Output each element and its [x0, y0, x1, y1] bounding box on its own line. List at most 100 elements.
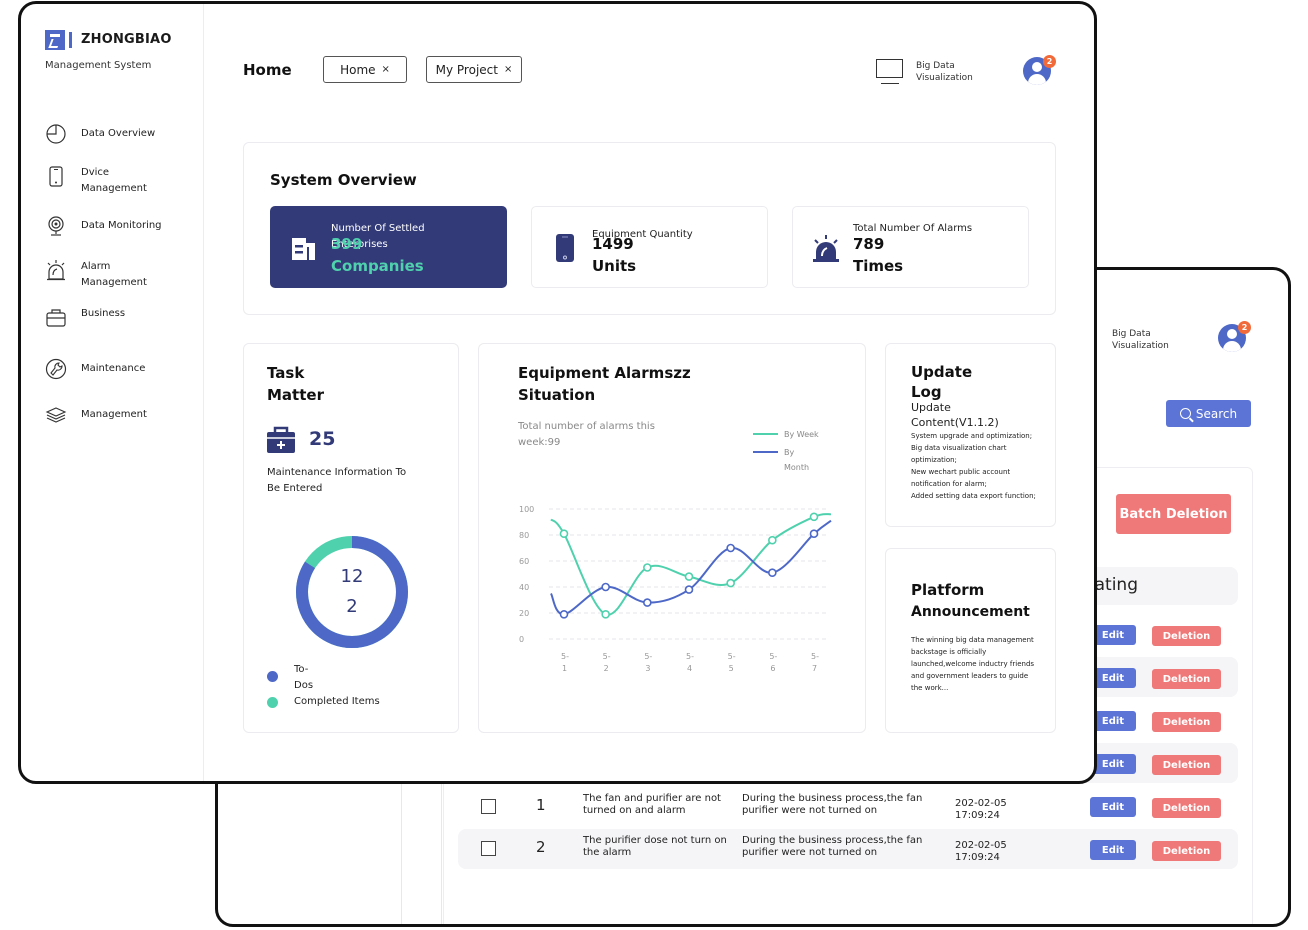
delete-button[interactable]: Deletion: [1152, 712, 1221, 732]
card-title: Update Log: [911, 363, 973, 401]
delete-button[interactable]: Deletion: [1152, 798, 1221, 818]
card-title: Equipment Alarmszz Situation: [518, 364, 691, 404]
sidebar-item-data-monitoring[interactable]: Data Monitoring: [45, 215, 195, 237]
update-entry: Big data visualization chart optimizatio…: [911, 444, 1007, 464]
data-point: [643, 563, 652, 572]
delete-button[interactable]: Deletion: [1152, 626, 1221, 646]
layers-icon: [45, 407, 67, 423]
delete-button[interactable]: Deletion: [1152, 841, 1221, 861]
brand-subtitle: Management System: [45, 60, 152, 71]
legend-completed: Completed Items: [267, 694, 380, 710]
notification-badge: 2: [1043, 55, 1056, 68]
x-tick-label: 5-: [769, 652, 777, 661]
edit-button[interactable]: Edit: [1090, 797, 1136, 817]
task-description: Maintenance Information To Be Entered: [267, 467, 407, 494]
monitor-icon[interactable]: [876, 59, 903, 84]
row-timestamp: 202-02-05 17:09:24: [955, 798, 1007, 821]
row-description: During the business process,the fan puri…: [742, 835, 923, 858]
data-point: [684, 572, 694, 581]
data-point: [601, 582, 610, 592]
data-point: [726, 543, 735, 553]
sidebar-item-device-management[interactable]: Dvice Management: [45, 165, 195, 197]
announcement-body: The winning big data management backstag…: [911, 636, 1035, 692]
legend-by-week[interactable]: By Week: [753, 427, 819, 442]
update-version: Update Content(V1.1.2): [911, 401, 999, 429]
row-description: During the business process,the fan puri…: [742, 793, 923, 816]
y-tick-label: 0: [519, 635, 524, 644]
update-entry: System upgrade and optimization;: [911, 432, 1033, 440]
row-checkbox[interactable]: [481, 841, 496, 856]
y-tick-label: 40: [519, 583, 529, 592]
data-point: [809, 529, 819, 539]
big-data-link[interactable]: Big Data Visualization: [916, 60, 973, 84]
active-indicator: [18, 258, 21, 292]
x-tick-label: 5-: [728, 652, 736, 661]
edit-button[interactable]: Edit: [1090, 840, 1136, 860]
data-point: [768, 568, 777, 577]
x-tick-label: 5-: [811, 652, 819, 661]
phone-device-icon: [556, 234, 574, 262]
data-point: [643, 598, 652, 607]
logo-icon: [69, 32, 72, 48]
legend-dot: [267, 671, 278, 682]
close-icon[interactable]: ×: [504, 64, 512, 75]
x-tick-label: 5: [729, 664, 734, 673]
alarm-line-chart: 0 20 40 60 80 100 5- 1 5- 2 5- 3 5- 4 5- 5 5- 6 5- 7: [519, 505, 832, 673]
phone-device-icon: [49, 166, 63, 187]
sidebar-item-management[interactable]: Management: [45, 404, 195, 426]
legend-by-month[interactable]: By Month: [753, 445, 809, 475]
row-index: 2: [536, 838, 546, 856]
batch-delete-button[interactable]: Batch Deletion: [1116, 494, 1231, 534]
sidebar-item-business[interactable]: Business: [45, 306, 195, 328]
delete-button[interactable]: Deletion: [1152, 755, 1221, 775]
x-tick-label: 3: [645, 664, 650, 673]
data-point: [684, 585, 694, 594]
search-icon: [1179, 408, 1191, 419]
data-point: [601, 610, 610, 619]
stat-card-alarms[interactable]: Total Number Of Alarms 789 Times: [792, 206, 1029, 288]
data-point: [559, 529, 569, 539]
y-tick-label: 100: [519, 505, 534, 514]
sidebar-item-data-overview[interactable]: Data Overview: [45, 123, 195, 145]
close-icon[interactable]: ×: [382, 64, 390, 75]
sidebar: ZHONGBIAO Management System Data Overvie…: [21, 4, 204, 781]
data-point: [768, 535, 777, 545]
tab-home[interactable]: Home ×: [323, 56, 407, 83]
update-entry: New wechart public account notification …: [911, 468, 1011, 488]
wrench-icon: [45, 358, 67, 380]
data-point: [809, 512, 819, 522]
x-tick-label: 2: [604, 664, 609, 673]
medical-kit-icon: [267, 426, 295, 453]
update-entry: Added setting data export function;: [911, 492, 1036, 500]
x-tick-label: 5-: [644, 652, 652, 661]
building-icon: [292, 238, 315, 260]
system-overview-card: System Overview Number Of Settled Enterp…: [243, 142, 1056, 315]
y-tick-label: 60: [519, 557, 529, 566]
front-window: ZHONGBIAO Management System Data Overvie…: [18, 1, 1097, 784]
sidebar-item-alarm-management[interactable]: Alarm Management: [45, 259, 195, 291]
stat-card-equipment[interactable]: Equipment Quantity 1499 Units: [531, 206, 768, 288]
tab-my-project[interactable]: My Project ×: [426, 56, 522, 83]
briefcase-icon: [46, 309, 66, 327]
task-donut-chart: 12 2: [294, 534, 410, 650]
legend-swatch: [753, 451, 778, 453]
card-title: Task Matter: [267, 364, 324, 404]
donut-value: 12: [340, 566, 364, 587]
row-checkbox[interactable]: [481, 799, 496, 814]
data-point: [559, 610, 569, 619]
task-matter-card: Task Matter 25 Maintenance Information T…: [243, 343, 459, 733]
legend-swatch: [753, 433, 778, 435]
row-title: The fan and purifier are not turned on a…: [583, 793, 721, 816]
delete-button[interactable]: Deletion: [1152, 669, 1221, 689]
notification-badge: 2: [1238, 321, 1251, 334]
alarm-siren-icon: [47, 260, 65, 281]
big-data-link[interactable]: Big Data Visualization: [1112, 328, 1169, 352]
x-tick-label: 7: [812, 664, 817, 673]
stat-card-enterprises[interactable]: Number Of Settled Enterprises 399 Compan…: [270, 206, 507, 288]
x-tick-label: 5-: [686, 652, 694, 661]
legend-todos: To-Dos: [267, 662, 327, 694]
search-button[interactable]: Search: [1166, 400, 1251, 427]
row-title: The purifier dose not turn on the alarm: [583, 835, 727, 858]
sidebar-item-maintenance[interactable]: Maintenance: [45, 358, 195, 380]
series-line-by-week: [550, 513, 832, 616]
